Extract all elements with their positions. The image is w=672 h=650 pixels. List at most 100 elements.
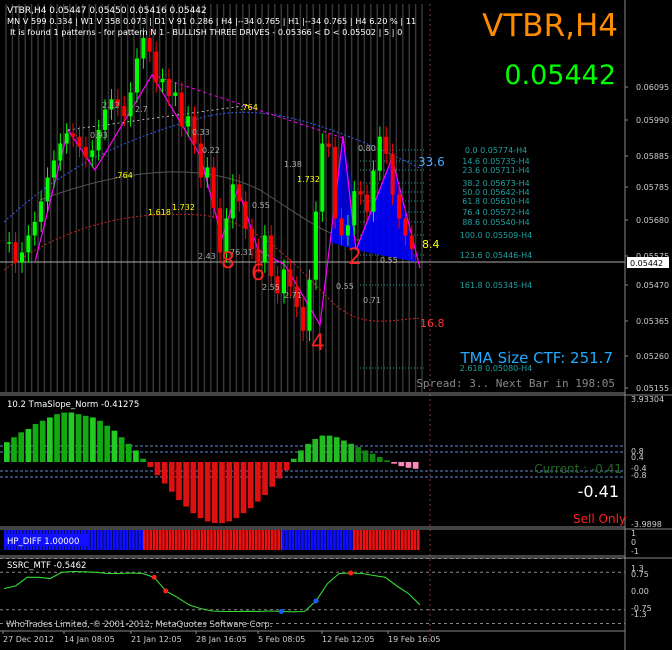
- ratio-label: .764: [115, 171, 133, 180]
- slope-bar: [269, 462, 276, 487]
- hp-bar: [394, 530, 398, 550]
- time-label: 5 Feb 08:05: [258, 635, 305, 644]
- time-label: 28 Jan 16:05: [196, 635, 247, 644]
- chart-window: 0.0 0.05774-H4 14.6 0.05735-H4 23.6 0.0571…: [0, 0, 672, 650]
- hp-bar: [143, 530, 146, 550]
- candle-body: [128, 92, 133, 117]
- candle-body: [250, 228, 255, 250]
- hp-axis-label: -1: [631, 547, 639, 556]
- hp-bar: [181, 530, 184, 550]
- hp-bar: [417, 530, 420, 550]
- candle-body: [301, 306, 306, 331]
- hp-bar: [132, 530, 135, 550]
- hp-bar: [138, 530, 141, 550]
- hp-bar: [397, 530, 401, 550]
- hp-bar: [96, 530, 100, 550]
- axis-label: 0.05785: [636, 183, 669, 192]
- slope-bar: [147, 462, 154, 467]
- drive-number-label: 6: [251, 261, 265, 286]
- drive-number-label: 4: [311, 331, 325, 356]
- price-tag: 0.05442: [630, 259, 663, 268]
- ssrc-marker: [278, 609, 284, 614]
- candle-body: [403, 218, 408, 236]
- ssrc-marker: [151, 574, 157, 580]
- current-price-big: 0.05442: [504, 60, 616, 91]
- chart-canvas[interactable]: 0.0 0.05774-H4 14.6 0.05735-H423.6 0.0571…: [0, 0, 672, 650]
- hp-bar: [323, 530, 327, 550]
- hp-bar: [375, 530, 378, 550]
- slope-bar: [90, 417, 96, 462]
- slope-bar: [133, 450, 139, 462]
- axis-label: 0.05885: [636, 152, 669, 161]
- candle-body: [166, 78, 171, 96]
- slope-bar: [39, 420, 46, 462]
- hp-bar: [342, 530, 346, 550]
- fib-label: 50.0 0.05642-H4: [462, 188, 529, 197]
- slope-bar: [233, 462, 240, 519]
- hp-bar: [162, 530, 165, 550]
- slope-bar: [104, 425, 111, 462]
- slope-bar: [355, 447, 362, 462]
- hp-bar: [165, 530, 168, 550]
- candle-body: [320, 143, 325, 212]
- slope-bar: [405, 462, 412, 468]
- slope-bar: [140, 458, 146, 462]
- time-label: 19 Feb 16:05: [388, 635, 440, 644]
- fib-label: 61.8 0.05610-H4: [462, 197, 529, 206]
- hp-bar: [116, 530, 119, 550]
- hp-bar: [251, 530, 255, 550]
- hp-bar: [171, 530, 175, 550]
- candle-body: [269, 235, 274, 277]
- ratio-label: .764: [240, 103, 258, 112]
- candle-body: [333, 146, 338, 219]
- level-label-33: 33.6: [418, 155, 445, 169]
- candle-body: [160, 78, 165, 83]
- hp-bar: [326, 530, 330, 550]
- ratio-label: 2.43: [198, 252, 216, 261]
- hp-bar: [274, 530, 277, 550]
- ssrc-marker: [348, 570, 354, 576]
- hp-bar: [381, 530, 385, 550]
- hp-bar: [385, 530, 388, 550]
- hp-bar: [401, 530, 404, 550]
- hp-bar: [175, 530, 178, 550]
- hp-bar: [213, 530, 216, 550]
- axis-label: 0.05680: [636, 216, 669, 225]
- ssrc-marker: [163, 588, 169, 594]
- hp-bar: [267, 530, 271, 550]
- hp-bar: [125, 530, 129, 550]
- slope-bar: [183, 462, 189, 507]
- candle-body: [358, 191, 363, 195]
- fib-label: 76.4 0.05572-H4: [462, 208, 529, 217]
- ssrc-axis-label: -1.3: [631, 610, 647, 619]
- hp-bar: [239, 530, 242, 550]
- symbol-title: VTBR,H4: [482, 8, 618, 44]
- hp-bar: [210, 530, 213, 550]
- slope-bar: [255, 462, 261, 502]
- slope-bar: [212, 462, 218, 524]
- hp-bar: [184, 530, 188, 550]
- slope-axis-label: -3.9898: [631, 520, 662, 529]
- hp-bar: [159, 530, 162, 550]
- time-label: 27 Dec 2012: [3, 635, 54, 644]
- slope-bar: [283, 462, 290, 471]
- candle-body: [26, 235, 31, 253]
- fib-label: 38.2 0.05673-H4: [462, 179, 529, 188]
- slope-bar: [391, 462, 397, 464]
- slope-bar: [82, 415, 89, 462]
- ssrc-title: SSRC_MTF -0.5462: [7, 561, 86, 571]
- copyright: WhoTrades Limited, © 2001-2012, MetaQuot…: [6, 620, 272, 630]
- ssrc-line: [3, 570, 421, 613]
- ratio-label: 1.732: [297, 175, 320, 184]
- slope-bar: [362, 450, 369, 462]
- slope-bar: [118, 437, 125, 462]
- hp-bar: [106, 530, 109, 550]
- fib-label: 161.8 0.05345-H4: [460, 281, 533, 290]
- hp-axis-label: 0: [631, 538, 636, 547]
- level-label-16: 16.8: [420, 317, 445, 330]
- candle-body: [135, 58, 140, 93]
- slope-bar: [4, 442, 10, 462]
- hp-bar: [103, 530, 106, 550]
- hp-bar: [307, 530, 311, 550]
- slope-bar: [75, 414, 82, 462]
